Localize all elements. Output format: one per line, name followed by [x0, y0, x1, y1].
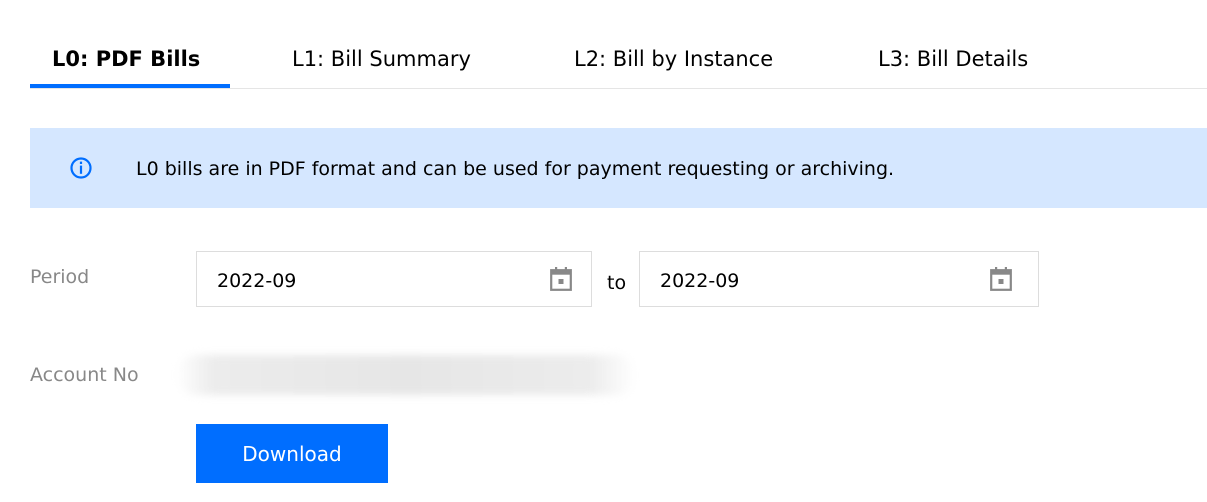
account-no-label: Account No	[30, 364, 139, 386]
period-separator: to	[607, 272, 627, 294]
page: L0: PDF Bills L1: Bill Summary L2: Bill …	[0, 0, 1207, 502]
period-end-input[interactable]: 2022-09	[639, 251, 1039, 307]
tab-l0-pdf-bills[interactable]: L0: PDF Bills	[52, 28, 200, 88]
active-tab-indicator	[30, 84, 230, 88]
period-start-input[interactable]: 2022-09	[196, 251, 592, 307]
tab-l3-bill-details[interactable]: L3: Bill Details	[878, 28, 1028, 88]
account-no-value-redacted	[176, 355, 636, 395]
calendar-icon[interactable]	[550, 267, 572, 291]
calendar-icon[interactable]	[990, 267, 1012, 291]
tab-bar: L0: PDF Bills L1: Bill Summary L2: Bill …	[30, 28, 1207, 89]
info-banner: L0 bills are in PDF format and can be us…	[30, 128, 1207, 208]
tab-l2-bill-by-instance[interactable]: L2: Bill by Instance	[574, 28, 773, 88]
banner-message: L0 bills are in PDF format and can be us…	[136, 158, 895, 180]
period-label: Period	[30, 266, 90, 288]
period-start-value: 2022-09	[217, 270, 297, 292]
bill-panel: L0: PDF Bills L1: Bill Summary L2: Bill …	[0, 0, 1207, 502]
tab-l1-bill-summary[interactable]: L1: Bill Summary	[292, 28, 471, 88]
period-end-value: 2022-09	[660, 270, 740, 292]
info-icon	[70, 157, 92, 179]
download-button[interactable]: Download	[196, 424, 388, 483]
